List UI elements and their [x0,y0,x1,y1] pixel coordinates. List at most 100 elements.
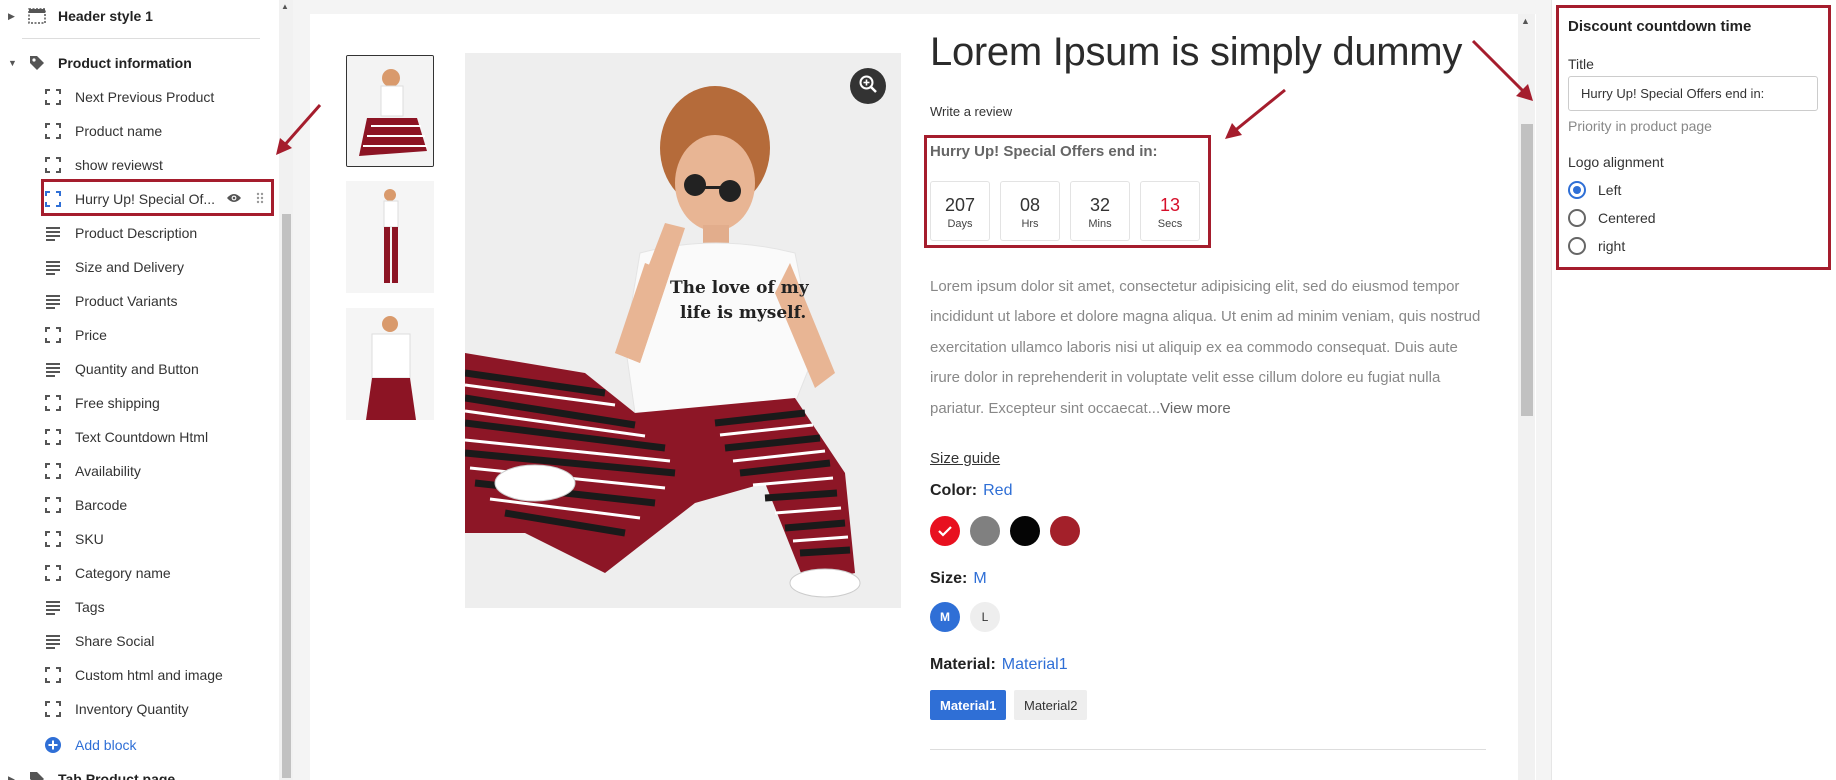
sidebar-group-label: Product information [58,55,192,71]
color-swatch-red[interactable] [930,516,960,546]
sidebar-item[interactable]: Free shipping [45,389,270,417]
product-description: Lorem ipsum dolor sit amet, consectetur … [930,272,1486,424]
write-review-link[interactable]: Write a review [930,104,1012,119]
add-block-label: Add block [75,737,137,753]
alignment-option-right[interactable]: right [1568,236,1625,256]
countdown-unit: Days [947,218,973,230]
sidebar-item-label: Text Countdown Html [75,429,209,445]
sidebar-item[interactable]: Category name [45,559,270,587]
title-help-text: Priority in product page [1568,118,1712,134]
sidebar-item[interactable]: Price [45,321,270,349]
sidebar-item-label: Barcode [75,497,128,513]
sidebar-item-label: SKU [75,531,104,547]
sidebar-group-label: Header style 1 [58,8,153,24]
section-frame-icon [45,157,61,173]
material-option: Material: Material1 [930,656,1068,674]
alignment-option-centered[interactable]: Centered [1568,208,1656,228]
product-thumbnail-1[interactable] [346,55,434,167]
eye-icon[interactable] [226,191,242,207]
size-guide-link[interactable]: Size guide [930,450,1000,467]
sidebar-group-tab-product[interactable]: ▶ Tab Product page [0,765,175,780]
color-swatch-dark-red[interactable] [1050,516,1080,546]
sidebar-item-label: Inventory Quantity [75,701,189,717]
sidebar-group-label: Tab Product page [58,771,176,780]
sidebar-item[interactable]: Size and Delivery [45,253,270,281]
product-main-image[interactable]: The love of my life is myself. [465,53,901,608]
product-thumbnail-2[interactable] [346,181,434,293]
countdown-days: 207 Days [930,181,990,241]
sidebar-item[interactable]: Custom html and image [45,661,270,689]
radio-label: Centered [1598,210,1656,226]
header-layout-icon [26,7,48,25]
sidebar-group-header-style[interactable]: ▶ Header style 1 [0,2,153,30]
color-swatch-gray[interactable] [970,516,1000,546]
add-block-button[interactable]: Add block [45,731,270,759]
section-frame-icon [45,565,61,581]
sidebar-item[interactable]: Product Variants [45,287,270,315]
radio-unchecked-icon [1568,209,1586,227]
editor-root: ▶ Header style 1 ▼ Product information N… [0,0,1836,780]
section-frame-icon [45,701,61,717]
sidebar-item[interactable]: Quantity and Button [45,355,270,383]
sidebar-item-label: Tags [75,599,105,615]
preview-scroll-thumb[interactable] [1521,124,1533,416]
zoom-button[interactable] [850,68,886,104]
text-lines-icon [45,633,61,649]
size-selected: M [973,570,987,587]
radio-label: Left [1598,182,1622,198]
drag-handle-icon[interactable] [256,191,264,207]
view-more-link[interactable]: View more [1160,400,1231,417]
countdown-minutes: 32 Mins [1070,181,1130,241]
sidebar-item-label: Hurry Up! Special Of... [75,191,216,207]
countdown-value: 32 [1089,195,1111,215]
sidebar-item-label: Share Social [75,633,155,649]
color-selected: Red [983,482,1013,499]
sidebar-group-product-information[interactable]: ▼ Product information [0,49,192,77]
sidebar-item[interactable]: show reviewst [45,151,270,179]
svg-text:life is myself.: life is myself. [680,303,806,323]
tag-icon [26,770,48,780]
sidebar-item[interactable]: Hurry Up! Special Of... [45,185,270,213]
color-swatch-black[interactable] [1010,516,1040,546]
sidebar-item[interactable]: SKU [45,525,270,553]
text-lines-icon [45,225,61,241]
product-title: Lorem Ipsum is simply dummy [930,30,1463,74]
scroll-up-arrow-icon[interactable]: ▲ [1521,16,1530,26]
product-thumbnail-3[interactable] [346,308,434,420]
countdown-unit: Hrs [1021,218,1039,230]
plus-circle-icon [45,737,61,753]
sidebar-item[interactable]: Text Countdown Html [45,423,270,451]
scroll-up-arrow-icon[interactable]: ▲ [281,2,289,11]
sidebar-item-label: Custom html and image [75,667,223,683]
title-input[interactable]: Hurry Up! Special Offers end in: [1568,76,1818,111]
sidebar-item[interactable]: Barcode [45,491,270,519]
sidebar-item-label: Free shipping [75,395,160,411]
sidebar-scroll-thumb[interactable] [282,214,291,778]
sidebar-item-label: show reviewst [75,157,163,173]
sidebar-item[interactable]: Share Social [45,627,270,655]
material-option-1[interactable]: Material1 [930,690,1007,720]
countdown-hours: 08 Hrs [1000,181,1060,241]
section-frame-icon [45,531,61,547]
svg-text:The love of my: The love of my [670,278,810,298]
countdown-value: 08 [1019,195,1041,215]
sidebar-item[interactable]: Product Description [45,219,270,247]
divider [22,38,260,39]
alignment-option-left[interactable]: Left [1568,180,1621,200]
sidebar-item[interactable]: Availability [45,457,270,485]
color-option: Color: Red [930,482,1012,500]
size-option-m[interactable]: M [930,602,960,632]
section-frame-icon [45,191,61,207]
material-option-2[interactable]: Material2 [1014,690,1088,720]
sidebar-item[interactable]: Product name [45,117,270,145]
section-frame-icon [45,327,61,343]
size-option-l[interactable]: L [970,602,1000,632]
sidebar-item[interactable]: Next Previous Product [45,83,270,111]
text-lines-icon [45,259,61,275]
radio-unchecked-icon [1568,237,1586,255]
caret-down-icon: ▼ [8,58,17,68]
sidebar-item[interactable]: Tags [45,593,270,621]
section-frame-icon [45,429,61,445]
text-lines-icon [45,599,61,615]
sidebar-item[interactable]: Inventory Quantity [45,695,270,723]
